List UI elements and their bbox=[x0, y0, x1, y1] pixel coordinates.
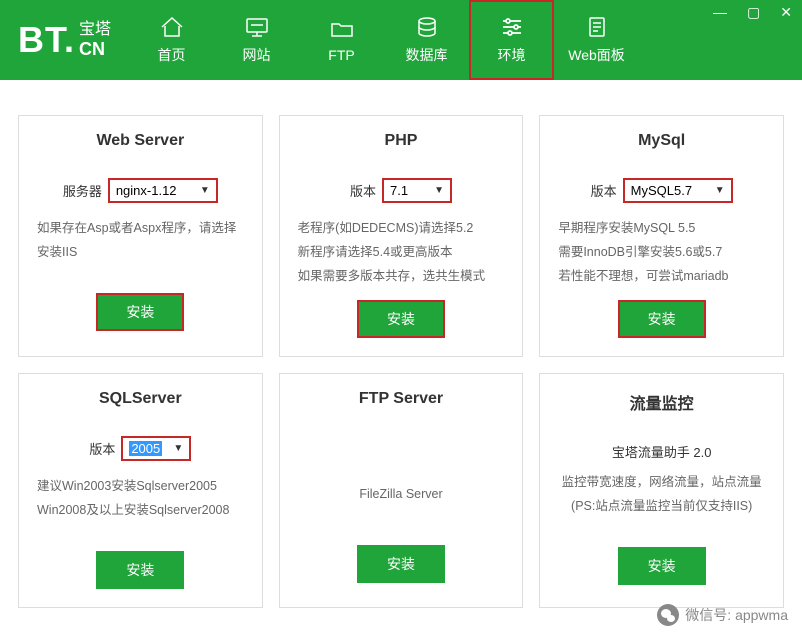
sqlserver-version-select[interactable]: 2005 ▼ bbox=[121, 436, 191, 461]
chevron-down-icon: ▼ bbox=[715, 185, 725, 196]
document-icon bbox=[583, 15, 611, 39]
nav-site[interactable]: 网站 bbox=[214, 0, 299, 80]
sliders-icon bbox=[498, 15, 526, 39]
footer-wechat: 微信号: appwma bbox=[657, 604, 788, 626]
select-value: 7.1 bbox=[390, 183, 408, 198]
card-desc: 监控带宽速度，网络流量，站点流量(PS:站点流量监控当前仅支持IIS) bbox=[554, 471, 769, 535]
card-mysql: MySql 版本 MySQL5.7 ▼ 早期程序安装MySQL 5.5 需要In… bbox=[539, 115, 784, 357]
install-button[interactable]: 安装 bbox=[618, 547, 706, 585]
logo-text-bt: BT bbox=[18, 19, 64, 60]
field-label: 版本 bbox=[89, 439, 115, 458]
nav-ftp[interactable]: FTP bbox=[299, 0, 384, 80]
minimize-button[interactable]: — bbox=[709, 4, 731, 21]
install-button[interactable]: 安装 bbox=[96, 293, 184, 331]
monitor-icon bbox=[243, 15, 271, 39]
nav-label: 环境 bbox=[498, 45, 526, 65]
maximize-button[interactable]: ▢ bbox=[743, 4, 764, 21]
card-desc: 建议Win2003安装Sqlserver2005 Win2008及以上安装Sql… bbox=[33, 475, 248, 539]
wechat-icon bbox=[657, 604, 679, 626]
desc-line: 需要InnoDB引擎安装5.6或5.7 bbox=[558, 241, 765, 265]
card-title: PHP bbox=[294, 132, 509, 150]
mysql-version-select[interactable]: MySQL5.7 ▼ bbox=[623, 178, 733, 203]
field-label: 版本 bbox=[350, 181, 376, 200]
desc-line: 新程序请选择5.4或更高版本 bbox=[298, 241, 505, 265]
nav-database[interactable]: 数据库 bbox=[384, 0, 469, 80]
card-subtitle: 宝塔流量助手 2.0 bbox=[554, 442, 769, 461]
logo: BT. 宝塔 CN bbox=[0, 0, 129, 80]
field-label: 版本 bbox=[591, 181, 617, 200]
desc-line: 早期程序安装MySQL 5.5 bbox=[558, 217, 765, 241]
php-version-select[interactable]: 7.1 ▼ bbox=[382, 178, 452, 203]
install-button[interactable]: 安装 bbox=[618, 300, 706, 338]
select-value: MySQL5.7 bbox=[631, 183, 692, 198]
card-desc: 如果存在Asp或者Aspx程序，请选择安装IIS bbox=[33, 217, 248, 281]
card-ftp-server: FTP Server FileZilla Server 安装 bbox=[279, 373, 524, 608]
select-value: 2005 bbox=[129, 441, 162, 456]
nav-label: 首页 bbox=[158, 45, 186, 65]
close-button[interactable]: ✕ bbox=[776, 4, 796, 21]
card-php: PHP 版本 7.1 ▼ 老程序(如DEDECMS)请选择5.2 新程序请选择5… bbox=[279, 115, 524, 357]
desc-line: Win2008及以上安装Sqlserver2008 bbox=[37, 499, 244, 523]
web-server-select[interactable]: nginx-1.12 ▼ bbox=[108, 178, 218, 203]
chevron-down-icon: ▼ bbox=[434, 185, 444, 196]
folder-icon bbox=[328, 17, 356, 41]
desc-line: 若性能不理想，可尝试mariadb bbox=[558, 265, 765, 289]
card-web-server: Web Server 服务器 nginx-1.12 ▼ 如果存在Asp或者Asp… bbox=[18, 115, 263, 357]
home-icon bbox=[158, 15, 186, 39]
field-label: 服务器 bbox=[63, 181, 102, 200]
desc-line: 如果需要多版本共存，选共生模式 bbox=[298, 265, 505, 289]
nav-webpanel[interactable]: Web面板 bbox=[554, 0, 639, 80]
card-desc: 早期程序安装MySQL 5.5 需要InnoDB引擎安装5.6或5.7 若性能不… bbox=[554, 217, 769, 288]
logo-dot: . bbox=[64, 19, 75, 60]
content-grid: Web Server 服务器 nginx-1.12 ▼ 如果存在Asp或者Asp… bbox=[0, 80, 802, 608]
card-title: Web Server bbox=[33, 132, 248, 150]
database-icon bbox=[413, 15, 441, 39]
select-value: nginx-1.12 bbox=[116, 183, 177, 198]
install-button[interactable]: 安装 bbox=[357, 300, 445, 338]
logo-text-top: 宝塔 bbox=[79, 22, 111, 38]
nav-environment[interactable]: 环境 bbox=[469, 0, 554, 80]
card-title: MySql bbox=[554, 132, 769, 150]
nav-label: FTP bbox=[328, 47, 354, 63]
card-title: 流量监控 bbox=[554, 390, 769, 414]
chevron-down-icon: ▼ bbox=[173, 443, 183, 454]
card-title: FTP Server bbox=[294, 390, 509, 408]
desc-line: 建议Win2003安装Sqlserver2005 bbox=[37, 475, 244, 499]
chevron-down-icon: ▼ bbox=[200, 185, 210, 196]
install-button[interactable]: 安装 bbox=[357, 545, 445, 583]
install-button[interactable]: 安装 bbox=[96, 551, 184, 589]
card-traffic: 流量监控 宝塔流量助手 2.0 监控带宽速度，网络流量，站点流量(PS:站点流量… bbox=[539, 373, 784, 608]
footer-label: 微信号 bbox=[685, 607, 727, 623]
window-controls: — ▢ ✕ bbox=[709, 4, 796, 21]
nav-label: 数据库 bbox=[406, 45, 448, 65]
logo-text-bot: CN bbox=[79, 40, 111, 58]
nav-bar: 首页 网站 FTP 数据库 环境 bbox=[129, 0, 639, 80]
footer-value: appwma bbox=[735, 607, 788, 623]
nav-label: Web面板 bbox=[568, 45, 625, 65]
card-sqlserver: SQLServer 版本 2005 ▼ 建议Win2003安装Sqlserver… bbox=[18, 373, 263, 608]
nav-label: 网站 bbox=[243, 45, 271, 65]
card-desc: 老程序(如DEDECMS)请选择5.2 新程序请选择5.4或更高版本 如果需要多… bbox=[294, 217, 509, 288]
nav-home[interactable]: 首页 bbox=[129, 0, 214, 80]
card-title: SQLServer bbox=[33, 390, 248, 408]
desc-line: 老程序(如DEDECMS)请选择5.2 bbox=[298, 217, 505, 241]
app-header: BT. 宝塔 CN 首页 网站 FTP 数 bbox=[0, 0, 802, 80]
card-desc: FileZilla Server bbox=[294, 469, 509, 533]
